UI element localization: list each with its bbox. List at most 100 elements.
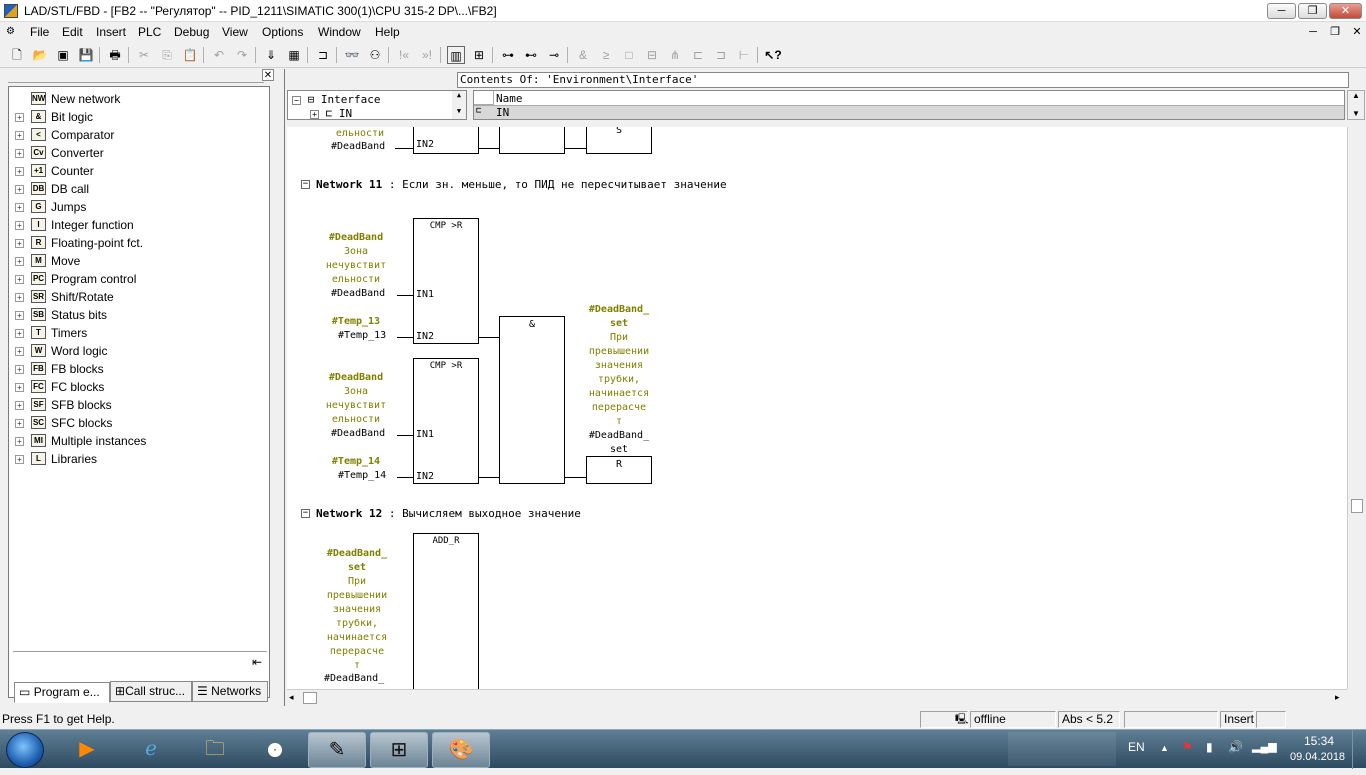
expand-icon[interactable]: + (15, 437, 24, 446)
cmp-block[interactable]: CMP >R IN1 IN2 (413, 218, 479, 344)
binary-input-icon[interactable]: ⊐ (712, 46, 730, 64)
network-title[interactable]: Network 12 : Вычисляем выходное значение (316, 507, 581, 520)
and-box-icon[interactable]: & (574, 46, 592, 64)
operand-label[interactable]: #Temp_14 (338, 470, 386, 481)
expand-icon[interactable]: + (310, 110, 319, 119)
catalog-item[interactable]: + I Integer function (9, 216, 259, 234)
expand-icon[interactable]: + (15, 365, 24, 374)
branch-open-icon[interactable]: ⋔ (666, 46, 684, 64)
interface-table-scrollbar[interactable]: ▲ ▼ (1347, 90, 1365, 120)
menu-view[interactable]: View (222, 25, 248, 39)
branch-icon[interactable]: ⊷ (522, 46, 540, 64)
expand-icon[interactable]: + (15, 257, 24, 266)
menu-help[interactable]: Help (375, 25, 400, 39)
open-icon[interactable]: 📂 (31, 46, 49, 64)
cmp-block[interactable]: IN2 (413, 127, 479, 154)
expand-icon[interactable]: + (15, 167, 24, 176)
accessible-nodes-icon[interactable]: ▣ (54, 46, 72, 64)
app-icon[interactable] (4, 4, 18, 18)
tab-call-structure[interactable]: ⊞Call struc... (110, 681, 192, 702)
print-icon[interactable]: 🖶 (106, 46, 124, 64)
reset-coil-block[interactable]: R (586, 456, 652, 484)
interface-root-item[interactable]: − ⊟ Interface (292, 93, 380, 106)
copy-icon[interactable]: ⎘ (158, 46, 176, 64)
network-icon[interactable]: ⊶ (499, 46, 517, 64)
redo-icon[interactable]: ↷ (233, 46, 251, 64)
or-box-icon[interactable]: ≥ (597, 46, 615, 64)
clock-date[interactable]: 09.04.2018 (1290, 751, 1345, 763)
expand-icon[interactable]: + (15, 419, 24, 428)
show-hidden-icons-icon[interactable]: ▲ (1160, 743, 1169, 753)
paste-icon[interactable]: 📋 (181, 46, 199, 64)
and-block[interactable] (499, 127, 565, 154)
catalog-item[interactable]: + FB FB blocks (9, 360, 259, 378)
doc-restore-button[interactable]: ❐ (1326, 25, 1344, 40)
expand-icon[interactable]: + (15, 185, 24, 194)
catalog-item[interactable]: + & Bit logic (9, 108, 259, 126)
tab-networks[interactable]: ☰ Networks (192, 681, 268, 702)
interface-in-item[interactable]: + ⊏ IN (310, 107, 352, 120)
scroll-left-icon[interactable]: ◂ (289, 692, 294, 703)
catalog-item[interactable]: + SF SFB blocks (9, 396, 259, 414)
catalog-item[interactable]: + DB DB call (9, 180, 259, 198)
menu-plc[interactable]: PLC (138, 25, 161, 39)
catalog-item[interactable]: + SB Status bits (9, 306, 259, 324)
battery-icon[interactable]: ▮ (1206, 740, 1213, 754)
undo-icon[interactable]: ↶ (210, 46, 228, 64)
collapse-network-icon[interactable]: − (301, 509, 310, 518)
operand-label[interactable]: #DeadBand (331, 428, 385, 439)
catalog-item[interactable]: + G Jumps (9, 198, 259, 216)
clock-time[interactable]: 15:34 (1299, 734, 1339, 748)
explorer-icon[interactable]: 🗀 (186, 732, 244, 768)
minimize-button[interactable]: ─ (1267, 3, 1296, 19)
catalog-item[interactable]: + PC Program control (9, 270, 259, 288)
scroll-thumb[interactable] (303, 692, 317, 704)
menu-window[interactable]: Window (318, 25, 361, 39)
save-icon[interactable]: 💾 (77, 46, 95, 64)
zoom-icon[interactable]: ⊞ (470, 46, 488, 64)
expand-icon[interactable]: + (15, 401, 24, 410)
show-desktop-button[interactable] (1352, 730, 1366, 769)
column-name-header[interactable]: Name (496, 92, 523, 105)
catalog-item[interactable]: + +1 Counter (9, 162, 259, 180)
catalog-item[interactable]: + SC SFC blocks (9, 414, 259, 432)
expand-icon[interactable]: + (15, 455, 24, 464)
internet-explorer-icon[interactable]: ℯ (122, 732, 180, 768)
monitor-icon[interactable]: ⊐ (314, 46, 332, 64)
expand-icon[interactable]: + (15, 131, 24, 140)
menu-insert[interactable]: Insert (96, 25, 126, 39)
catalog-item[interactable]: + R Floating-point fct. (9, 234, 259, 252)
catalog-item[interactable]: + Cv Converter (9, 144, 259, 162)
expand-icon[interactable]: + (15, 275, 24, 284)
language-indicator[interactable]: EN (1128, 740, 1145, 754)
catalog-item[interactable]: + W Word logic (9, 342, 259, 360)
doc-close-button[interactable]: ✕ (1348, 25, 1366, 40)
catalog-item[interactable]: + L Libraries (9, 450, 259, 468)
menu-debug[interactable]: Debug (174, 25, 209, 39)
expand-icon[interactable]: + (15, 347, 24, 356)
online-icon[interactable]: ▦ (285, 46, 303, 64)
new-icon[interactable]: 🗋 (8, 46, 26, 64)
branch-close-icon[interactable]: ⊏ (689, 46, 707, 64)
fbd-editor[interactable]: ельности #DeadBand IN2 S − Network 11 : … (287, 127, 1347, 689)
expand-icon[interactable]: + (15, 221, 24, 230)
cut-icon[interactable]: ✂ (135, 46, 153, 64)
expand-icon[interactable]: + (15, 311, 24, 320)
collapse-icon[interactable]: − (292, 96, 301, 105)
action-center-icon[interactable]: ⚑ (1182, 740, 1193, 754)
catalog-item[interactable]: + T Timers (9, 324, 259, 342)
doc-minimize-button[interactable]: ─ (1304, 25, 1322, 40)
operand-label[interactable]: #DeadBand_ set (583, 429, 655, 457)
operand-label[interactable]: #DeadBand (331, 141, 385, 152)
expand-icon[interactable]: + (15, 113, 24, 122)
collapse-network-icon[interactable]: − (301, 180, 310, 189)
set-coil-block[interactable]: S (586, 127, 652, 154)
interface-tree-scrollbar[interactable]: ▲ ▼ (452, 91, 466, 119)
operand-label[interactable]: #DeadBand_ (324, 673, 384, 684)
operand-label[interactable]: #DeadBand (331, 288, 385, 299)
catalog-item[interactable]: + SR Shift/Rotate (9, 288, 259, 306)
doc-system-icon[interactable]: ⚙ (6, 26, 20, 38)
close-button[interactable]: ✕ (1329, 3, 1362, 19)
simatic-manager-icon[interactable]: ✎ (308, 732, 366, 768)
help-cursor-icon[interactable]: ↖? (764, 46, 782, 64)
